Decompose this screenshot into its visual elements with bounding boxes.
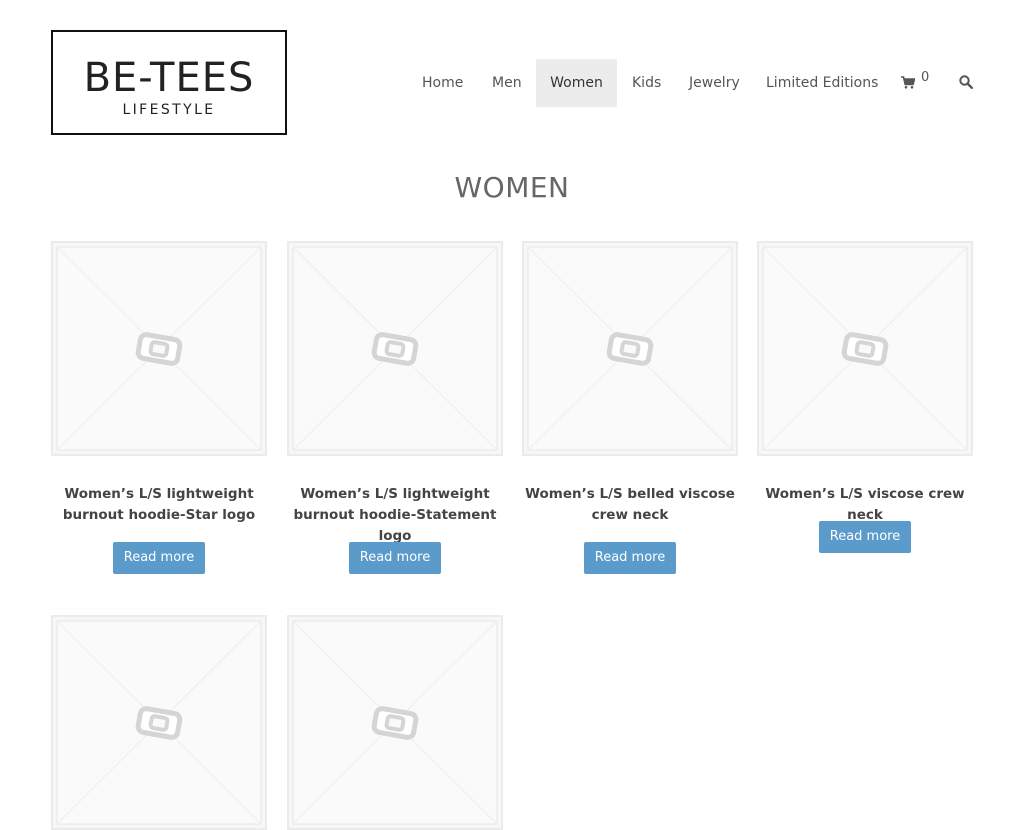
nav-item-women[interactable]: Women xyxy=(536,59,617,107)
product-title[interactable]: Women’s L/S lightweight burnout hoodie-S… xyxy=(277,484,513,547)
nav-item-jewelry[interactable]: Jewelry xyxy=(689,59,740,107)
site-logo[interactable]: BE-TEES LIFESTYLE xyxy=(51,30,287,135)
product-image[interactable] xyxy=(287,241,503,456)
placeholder-image xyxy=(527,246,733,451)
product-image[interactable] xyxy=(522,241,738,456)
product-title[interactable]: Women’s L/S belled viscose crew neck xyxy=(512,484,748,526)
read-more-button[interactable]: Read more xyxy=(819,521,911,553)
nav-item-home[interactable]: Home xyxy=(422,59,463,107)
nav-item-kids[interactable]: Kids xyxy=(632,59,661,107)
placeholder-image xyxy=(292,620,498,825)
shopping-cart-icon xyxy=(901,76,915,89)
search-button[interactable] xyxy=(959,75,975,91)
product-image[interactable] xyxy=(287,615,503,830)
search-icon xyxy=(959,75,974,90)
cart-count: 0 xyxy=(921,70,930,85)
product-title[interactable]: Women’s L/S viscose crew neck xyxy=(747,484,983,526)
page-title: WOMEN xyxy=(454,171,570,204)
placeholder-image xyxy=(762,246,968,451)
placeholder-image xyxy=(56,620,262,825)
read-more-button[interactable]: Read more xyxy=(584,542,676,574)
cart-link[interactable]: 0 xyxy=(901,70,935,93)
product-image[interactable] xyxy=(757,241,973,456)
placeholder-image xyxy=(292,246,498,451)
logo-subtitle: LIFESTYLE xyxy=(122,102,216,118)
read-more-button[interactable]: Read more xyxy=(349,542,441,574)
product-image[interactable] xyxy=(51,615,267,830)
placeholder-image xyxy=(56,246,262,451)
logo-title: BE-TEES xyxy=(83,55,255,101)
product-title[interactable]: Women’s L/S lightweight burnout hoodie-S… xyxy=(41,484,277,526)
read-more-button[interactable]: Read more xyxy=(113,542,205,574)
product-image[interactable] xyxy=(51,241,267,456)
nav-item-men[interactable]: Men xyxy=(492,59,522,107)
nav-item-limited-editions[interactable]: Limited Editions xyxy=(766,59,878,107)
